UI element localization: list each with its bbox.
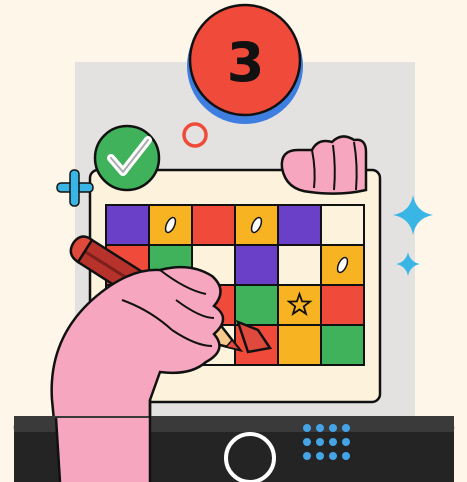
speaker-dot bbox=[303, 438, 311, 446]
speaker-dot bbox=[316, 452, 324, 460]
calendar-cell bbox=[320, 324, 365, 366]
speaker-dot bbox=[316, 438, 324, 446]
illustration-stage: 3 bbox=[0, 0, 467, 482]
calendar-cell bbox=[234, 244, 279, 286]
check-icon bbox=[93, 124, 161, 192]
calendar-cell bbox=[191, 204, 236, 246]
calendar-cell bbox=[277, 204, 322, 246]
calendar-cell bbox=[277, 244, 322, 286]
hand-icon bbox=[56, 418, 150, 482]
speaker-dot bbox=[329, 452, 337, 460]
calendar-cell bbox=[320, 284, 365, 326]
step-badge bbox=[187, 3, 303, 124]
power-button-icon[interactable] bbox=[224, 432, 276, 482]
speaker-dot bbox=[303, 452, 311, 460]
calendar-cell bbox=[234, 284, 279, 326]
calendar-illustration bbox=[13, 3, 455, 482]
speaker-dot bbox=[316, 424, 324, 432]
speaker-dot bbox=[342, 438, 350, 446]
calendar-cell bbox=[320, 204, 365, 246]
calendar-cell bbox=[277, 324, 322, 366]
speaker-dot bbox=[329, 438, 337, 446]
speaker-dot bbox=[342, 452, 350, 460]
calendar-cell bbox=[105, 204, 150, 246]
speaker-dot bbox=[329, 424, 337, 432]
speaker-dot bbox=[342, 424, 350, 432]
speaker-dot bbox=[303, 424, 311, 432]
